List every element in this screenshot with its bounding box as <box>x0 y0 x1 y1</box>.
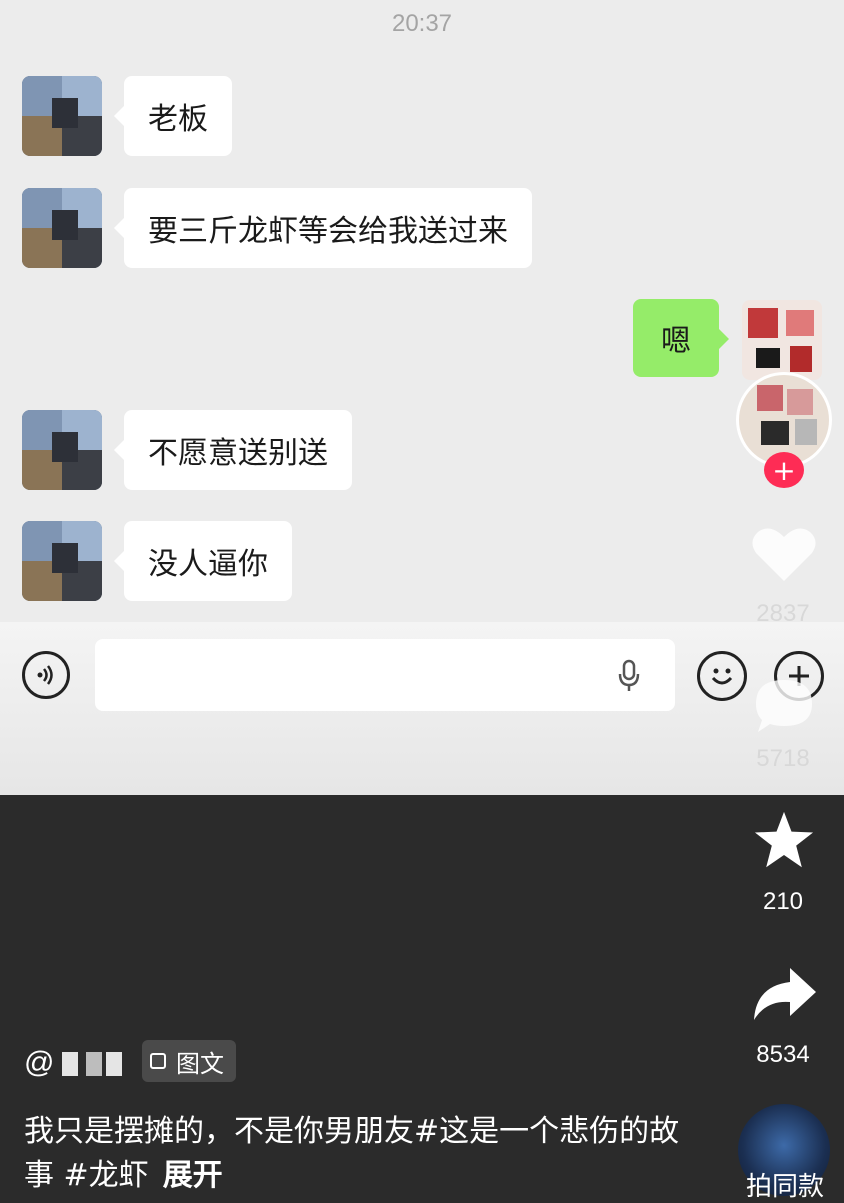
share-count: 8534 <box>756 1041 810 1068</box>
voice-toggle-icon[interactable] <box>22 651 70 699</box>
message-bubble: 老板 <box>114 76 232 156</box>
my-message-bubble: 嗯 <box>633 299 729 377</box>
author-at-symbol: @ <box>24 1046 55 1079</box>
author-name-blurred[interactable] <box>58 1044 130 1080</box>
follow-button[interactable]: + <box>764 452 804 488</box>
chat-screenshot: 20:37 老板 要三斤龙虾等会给我送过来 嗯 不愿意送别送 没人逼你 <box>0 0 844 795</box>
caption-text: 我只是摆摊的，不是你男朋友#这是一个悲伤的故事 #龙虾 <box>24 1114 680 1193</box>
chat-input-bar <box>0 622 844 795</box>
share-arrow-icon[interactable] <box>750 964 818 1024</box>
contact-avatar <box>22 410 102 490</box>
same-style-button[interactable]: 拍同款 <box>735 1166 835 1203</box>
contact-avatar <box>22 76 102 156</box>
favorite-star-icon[interactable] <box>750 810 818 870</box>
image-text-icon <box>150 1053 166 1069</box>
comment-count: 5718 <box>756 745 810 772</box>
comment-bubble-icon[interactable] <box>750 676 818 736</box>
favorite-count: 210 <box>762 888 804 915</box>
contact-avatar <box>22 521 102 601</box>
post-caption: 我只是摆摊的，不是你男朋友#这是一个悲伤的故事 #龙虾 展开 <box>24 1110 684 1198</box>
post-type-label: 图文 <box>176 1049 224 1078</box>
contact-avatar <box>22 188 102 268</box>
emoji-icon[interactable] <box>697 651 747 701</box>
like-heart-icon[interactable] <box>750 525 818 585</box>
expand-link[interactable]: 展开 <box>163 1158 223 1193</box>
message-input[interactable] <box>95 639 675 711</box>
like-count: 2837 <box>756 600 810 627</box>
my-avatar <box>742 300 822 380</box>
message-bubble: 不愿意送别送 <box>114 410 352 490</box>
chat-timestamp: 20:37 <box>391 10 453 37</box>
message-bubble: 要三斤龙虾等会给我送过来 <box>114 188 532 268</box>
microphone-icon[interactable] <box>617 659 641 693</box>
post-type-tag: 图文 <box>142 1040 236 1082</box>
message-bubble: 没人逼你 <box>114 521 292 601</box>
